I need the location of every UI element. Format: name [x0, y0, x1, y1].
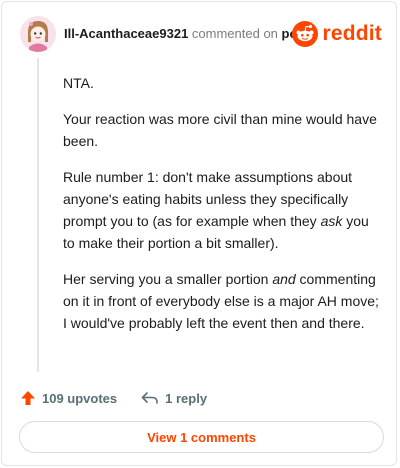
reply-count: 1 reply — [165, 390, 208, 406]
user-avatar[interactable] — [20, 16, 56, 52]
reddit-wordmark: reddit — [322, 22, 382, 45]
commented-on-text: commented on — [191, 26, 278, 41]
reddit-alien-icon — [292, 21, 319, 47]
comment-header: Ill-Acanthaceae9321 commented on post re… — [20, 16, 382, 56]
reddit-logo[interactable]: reddit — [292, 19, 382, 49]
comment-body: NTA. Your reaction was more civil than m… — [63, 72, 381, 348]
comment-paragraph: Rule number 1: don't make assumptions ab… — [63, 169, 369, 251]
upvote-count: 109 upvotes — [42, 390, 118, 406]
upvote-button[interactable]: 109 upvotes — [20, 390, 117, 406]
thread-line — [37, 58, 39, 372]
reply-arrow-icon — [141, 392, 158, 404]
upvote-arrow-icon — [21, 391, 35, 405]
avatar-icon — [20, 16, 56, 52]
comment-paragraph: Your reaction was more civil than mine w… — [63, 111, 377, 149]
reply-button[interactable]: 1 reply — [141, 391, 207, 406]
comment-meta: Ill-Acanthaceae9321 commented on post — [64, 26, 309, 41]
comment-paragraph: NTA. — [63, 75, 94, 91]
comment-paragraph: Her serving you a smaller portion and co… — [63, 271, 379, 331]
username-link[interactable]: Ill-Acanthaceae9321 — [64, 26, 188, 41]
view-comments-button[interactable]: View 1 comments — [19, 421, 384, 453]
view-comments-label: View 1 comments — [147, 429, 256, 445]
comment-card: Ill-Acanthaceae9321 commented on post re… — [1, 1, 397, 466]
comment-actions: 109 upvotes 1 reply — [20, 386, 231, 410]
